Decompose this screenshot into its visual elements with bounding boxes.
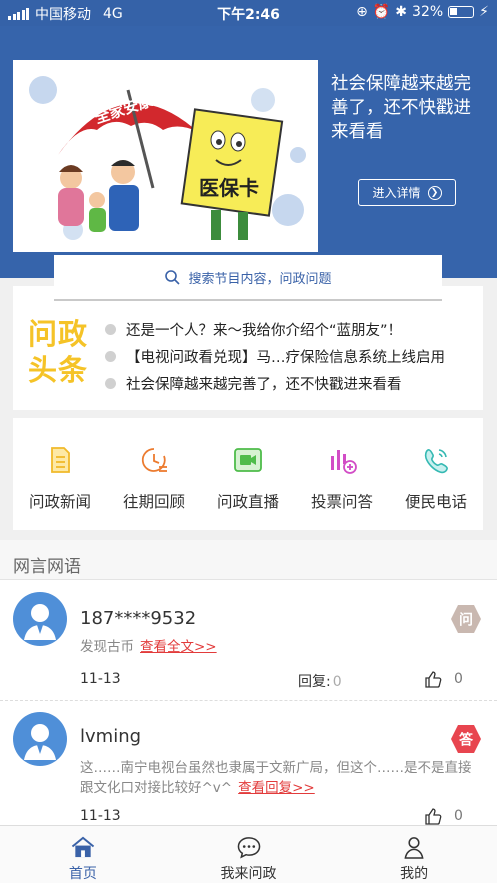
question-badge: 问: [451, 605, 481, 633]
headline-item[interactable]: 还是一个人？来～我给你介绍个“蓝朋友”！: [105, 316, 481, 343]
tab-bar: 首页 我来问政 我的: [0, 825, 497, 883]
category-phone[interactable]: 便民电话: [389, 418, 483, 530]
read-more-link[interactable]: 查看全文>>: [140, 639, 217, 655]
post-date: 11-13: [80, 671, 121, 687]
charging-icon: ⚡: [479, 4, 489, 20]
headline-item[interactable]: 【电视问政看兑现】马…疗保险信息系统上线启用: [105, 343, 481, 370]
post-username: 187****9532: [80, 608, 197, 629]
search-icon: [165, 270, 181, 285]
tab-mine[interactable]: 我的: [331, 826, 497, 883]
home-icon: [71, 836, 94, 858]
search-placeholder: 搜索节目内容，问政问题: [188, 271, 332, 287]
post-content: 发现古币 查看全文>>: [80, 639, 217, 655]
alarm-icon: ⏰: [372, 4, 391, 20]
headline-list: 还是一个人？来～我给你介绍个“蓝朋友”！ 【电视问政看兑现】马…疗保险信息系统上…: [105, 316, 481, 397]
category-live[interactable]: 问政直播: [201, 418, 295, 530]
section-header: 网言网语: [0, 540, 497, 580]
phone-icon: [424, 449, 448, 474]
bullet-icon: [105, 378, 116, 389]
category-vote[interactable]: 投票问答: [295, 418, 389, 530]
post-content: 这……南宁电视台虽然也隶属于文新广局，但这个……是不是直接跟文化口对接比较好^v…: [80, 760, 472, 796]
search-bar[interactable]: 搜索节目内容，问政问题: [54, 255, 442, 301]
chevron-right-icon: ❯: [427, 185, 442, 200]
card-text: 医保卡: [199, 176, 259, 200]
category-grid: 问政新闻 往期回顾 问政直播 投票问答 便民电话: [13, 418, 483, 530]
banner-image[interactable]: 全家安康 医保卡: [13, 60, 318, 252]
vote-icon: [331, 450, 357, 474]
bluetooth-icon: ✱: [395, 4, 408, 20]
banner-caption: 社会保障越来越完善了，还不快戳进来看看: [331, 74, 471, 142]
like-count: 0: [454, 671, 463, 687]
divider: [0, 700, 497, 701]
thumbs-up-icon[interactable]: [424, 807, 442, 825]
tab-home[interactable]: 首页: [0, 826, 166, 883]
video-icon: [234, 448, 262, 472]
headline-logo: 问政 头条: [28, 317, 89, 387]
category-news[interactable]: 问政新闻: [13, 418, 107, 530]
document-icon: [51, 447, 70, 473]
bullet-icon: [105, 351, 116, 362]
like-count: 0: [454, 808, 463, 824]
battery-percent: 32%: [412, 4, 444, 20]
bullet-icon: [105, 324, 116, 335]
category-history[interactable]: 往期回顾: [107, 418, 201, 530]
svg-text:答: 答: [459, 732, 474, 749]
view-reply-link[interactable]: 查看回复>>: [238, 780, 315, 796]
rotation-lock-icon: ⊕: [356, 4, 368, 20]
detail-button[interactable]: 进入详情 ❯: [358, 179, 456, 206]
tab-ask[interactable]: 我来问政: [166, 826, 332, 883]
avatar[interactable]: [13, 712, 67, 766]
reply-count: 回复: 0: [298, 674, 342, 690]
avatar[interactable]: [13, 592, 67, 646]
detail-button-label: 进入详情: [372, 186, 421, 200]
headline-card: 问政 头条 还是一个人？来～我给你介绍个“蓝朋友”！ 【电视问政看兑现】马…疗保…: [13, 286, 483, 410]
chat-icon: [237, 837, 260, 859]
clock: 下午2:46: [217, 7, 280, 23]
battery-icon: [448, 6, 475, 18]
post-username: lvming: [80, 726, 142, 747]
svg-text:问: 问: [459, 612, 473, 629]
banner: 全家安康 医保卡 社会保障越来越完善了，还不快戳进来看看 进入详情 ❯: [0, 26, 497, 278]
history-icon: [141, 448, 167, 472]
answer-badge: 答: [451, 725, 481, 753]
post-list: 187****9532 发现古币 查看全文>> 11-13 回复: 0 0 问 lv…: [0, 580, 497, 825]
headline-item[interactable]: 社会保障越来越完善了，还不快戳进来看看: [105, 370, 481, 397]
status-bar: 中国移动 4G 下午2:46 ⊕ ⏰ ✱ 32% ⚡: [0, 0, 497, 26]
post-date: 11-13: [80, 808, 121, 824]
thumbs-up-icon[interactable]: [424, 670, 442, 688]
section-title: 网言网语: [13, 557, 81, 577]
user-icon: [404, 837, 424, 859]
